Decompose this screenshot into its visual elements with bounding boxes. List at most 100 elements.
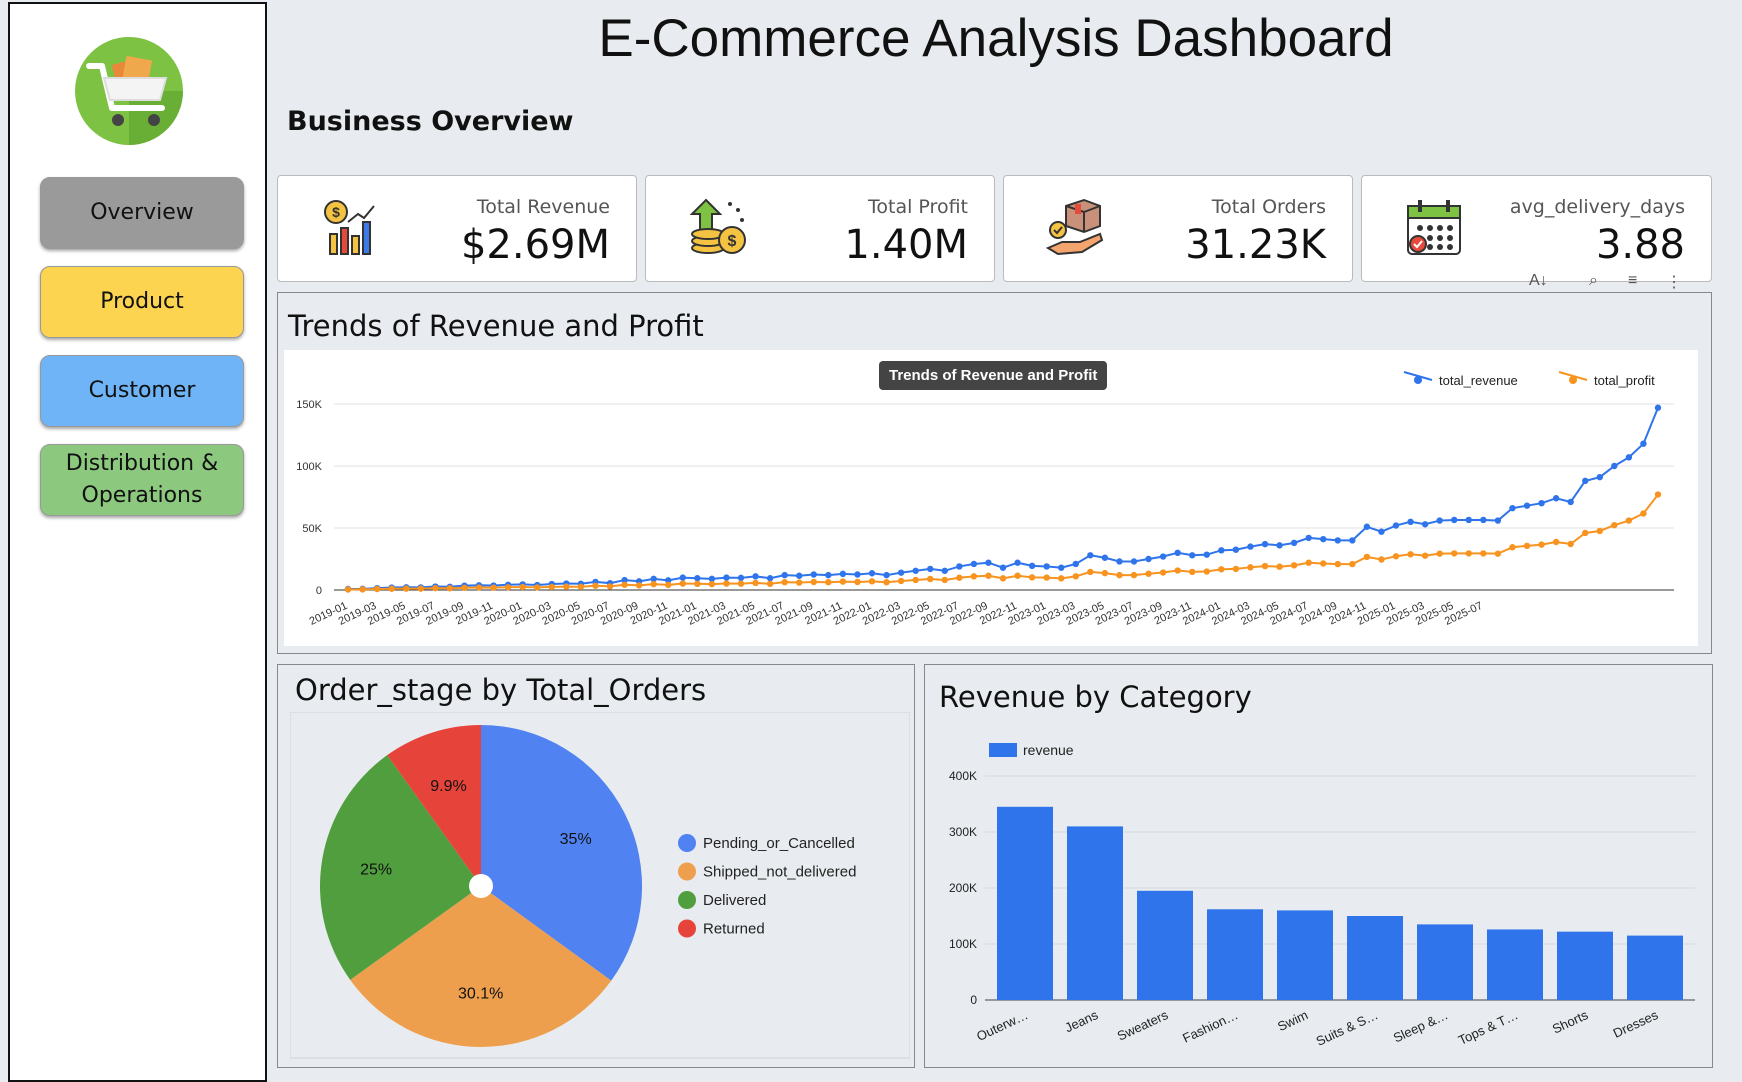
bar-Jeans bbox=[1067, 826, 1123, 1000]
kpi-card-avg-delivery-days: avg_delivery_days 3.88 bbox=[1361, 175, 1712, 282]
data-point-total_revenue bbox=[1130, 558, 1138, 565]
data-point-total_profit bbox=[723, 580, 730, 587]
page-title: E-Commerce Analysis Dashboard bbox=[598, 9, 1394, 68]
bar-Sleep &… bbox=[1417, 924, 1473, 1000]
data-point-total_profit bbox=[883, 578, 890, 586]
revenue-chart-icon: $ bbox=[318, 196, 382, 260]
legend-label: total_profit bbox=[1594, 373, 1655, 388]
nav-overview-button[interactable]: Overview bbox=[40, 177, 244, 249]
data-point-total_revenue bbox=[1218, 547, 1225, 554]
data-point-total_revenue bbox=[1261, 540, 1269, 548]
data-point-total_profit bbox=[504, 584, 512, 591]
data-point-total_revenue bbox=[1276, 542, 1283, 549]
data-point-total_revenue bbox=[825, 571, 832, 579]
sort-icon[interactable]: A↓ bbox=[1529, 272, 1548, 290]
data-point-total_profit bbox=[999, 575, 1007, 582]
data-point-total_profit bbox=[563, 583, 570, 590]
order-stage-pie-chart: 35% 30.1% 25% 9.9% Pending_or_Cancelled Shipp… bbox=[290, 712, 910, 1059]
data-point-total_revenue bbox=[1043, 563, 1050, 570]
data-point-total_profit bbox=[432, 584, 439, 592]
bar-chart-title: Revenue by Category bbox=[939, 680, 1252, 714]
data-point-total_revenue bbox=[679, 574, 686, 581]
data-point-total_profit bbox=[956, 574, 963, 581]
legend-marker bbox=[678, 891, 696, 909]
bar-Sweaters bbox=[1137, 890, 1193, 1000]
data-point-total_profit bbox=[781, 578, 788, 586]
data-point-total_revenue bbox=[1145, 555, 1152, 563]
y-tick-label: 400K bbox=[949, 769, 977, 783]
zoom-icon[interactable]: ⌕ bbox=[1589, 272, 1598, 290]
data-point-total_profit bbox=[592, 582, 599, 589]
data-point-total_profit bbox=[1189, 568, 1196, 576]
data-point-total_profit bbox=[621, 581, 628, 588]
data-point-total_profit bbox=[606, 583, 614, 590]
data-point-total_profit bbox=[1407, 551, 1414, 558]
kpi-label: Total Revenue bbox=[476, 196, 610, 218]
data-point-total_profit bbox=[796, 579, 803, 586]
data-point-total_revenue bbox=[1552, 495, 1560, 502]
revenue-by-category-bar-chart: 0 100K 200K 300K 400K Outerw… Jeans Sweaters Fas… bbox=[949, 742, 1695, 1049]
data-point-total_revenue bbox=[1232, 546, 1240, 553]
data-point-total_profit bbox=[1654, 491, 1662, 498]
data-point-total_revenue bbox=[694, 575, 701, 582]
data-point-total_revenue bbox=[912, 567, 919, 574]
legend-marker bbox=[1414, 376, 1422, 384]
nav-customer-button[interactable]: Customer bbox=[40, 355, 244, 427]
data-point-total_profit bbox=[825, 578, 832, 586]
data-point-total_profit bbox=[839, 578, 847, 585]
data-point-total_revenue bbox=[1087, 552, 1094, 559]
data-point-total_revenue bbox=[1349, 537, 1356, 544]
data-point-total_revenue bbox=[1582, 477, 1589, 485]
data-point-total_revenue bbox=[737, 574, 745, 582]
data-point-total_profit bbox=[665, 581, 672, 589]
pie-chart-title: Order_stage by Total_Orders bbox=[295, 673, 707, 707]
data-point-total_profit bbox=[1465, 550, 1472, 557]
legend-label: Returned bbox=[703, 921, 765, 938]
data-point-total_profit bbox=[635, 582, 643, 589]
data-point-total_profit bbox=[373, 585, 381, 593]
data-point-total_revenue bbox=[1378, 528, 1385, 535]
legend-marker bbox=[678, 834, 696, 852]
nav-distribution-operations-button[interactable]: Distribution & Operations bbox=[40, 444, 244, 516]
data-point-total_profit bbox=[1014, 572, 1021, 579]
data-point-total_revenue bbox=[1625, 454, 1633, 461]
package-hand-icon bbox=[1044, 196, 1108, 260]
data-point-total_revenue bbox=[956, 563, 963, 570]
data-point-total_profit bbox=[1480, 550, 1487, 557]
data-point-total_profit bbox=[1261, 562, 1269, 570]
data-point-total_profit bbox=[1494, 550, 1502, 557]
data-point-total_revenue bbox=[1203, 551, 1210, 558]
data-point-total_profit bbox=[359, 586, 366, 593]
x-tick-label: Shorts bbox=[1550, 1007, 1591, 1037]
filter-icon[interactable]: ≡ bbox=[1628, 272, 1637, 290]
data-point-total_revenue bbox=[1494, 517, 1502, 524]
data-point-total_revenue bbox=[854, 571, 861, 578]
data-point-total_profit bbox=[970, 573, 978, 580]
nav-product-button[interactable]: Product bbox=[40, 266, 244, 338]
x-tick-label: Tops & T… bbox=[1456, 1007, 1520, 1048]
pie-slice-label: 35% bbox=[560, 831, 592, 848]
legend-marker bbox=[678, 919, 696, 938]
data-point-total_profit bbox=[1640, 510, 1647, 517]
data-point-total_profit bbox=[446, 585, 454, 592]
chart-tooltip: Trends of Revenue and Profit bbox=[879, 361, 1108, 390]
data-point-total_profit bbox=[1611, 521, 1618, 529]
data-point-total_revenue bbox=[1014, 559, 1021, 566]
data-point-total_revenue bbox=[1465, 516, 1472, 524]
data-point-total_revenue bbox=[1640, 440, 1647, 447]
legend-marker bbox=[1569, 376, 1577, 384]
data-point-total_profit bbox=[650, 580, 657, 588]
kpi-value: 31.23K bbox=[1185, 222, 1326, 268]
data-point-total_revenue bbox=[810, 571, 817, 578]
data-point-total_revenue bbox=[1523, 502, 1531, 509]
bar-Suits & S… bbox=[1347, 916, 1403, 1000]
data-point-total_profit bbox=[1538, 541, 1545, 548]
data-point-total_profit bbox=[1392, 553, 1400, 560]
data-point-total_revenue bbox=[1058, 564, 1065, 571]
more-options-icon[interactable]: ⋮ bbox=[1666, 272, 1682, 292]
data-point-total_profit bbox=[1116, 571, 1123, 579]
data-point-total_revenue bbox=[1392, 522, 1400, 529]
data-point-total_revenue bbox=[985, 559, 992, 566]
data-point-total_profit bbox=[1247, 564, 1254, 571]
data-point-total_revenue bbox=[1159, 553, 1167, 560]
